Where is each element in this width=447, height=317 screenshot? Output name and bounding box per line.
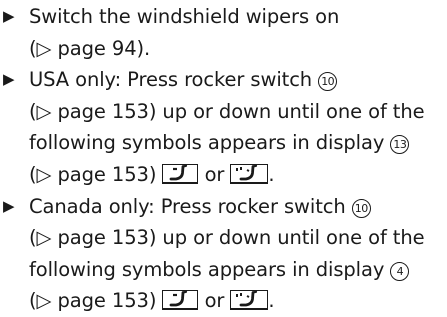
callout-rocker-switch: 10 [318,72,338,92]
bullet-arrow: ▶ [3,7,15,25]
step-text-line: (▷ page 153) up or down until one of the [29,222,447,254]
step-text-line: (▷ page 153) or . [29,159,447,191]
instruction-list: ▶ Switch the windshield wipers on (▷ pag… [0,1,447,317]
rear-wiper-single-icon [162,163,199,184]
end-period: . [268,162,275,186]
step-text-line: Canada only: Press rocker switch 10 [29,191,447,223]
or-text: or [204,162,225,186]
step-switch-wipers-on: ▶ Switch the windshield wipers on (▷ pag… [0,1,447,64]
callout-display: 13 [390,135,410,155]
step-text: (▷ page 153) up or down until one of the [29,99,425,123]
step-usa-rocker-switch: ▶ USA only: Press rocker switch 10 (▷ pa… [0,64,447,190]
end-period: . [268,289,275,313]
rear-wiper-interval-icon [230,163,269,184]
step-text-line: (▷ page 153) or . [29,285,447,317]
or-text: or [204,289,225,313]
step-text-line: following symbols appears in display 13 [29,127,447,159]
step-text-line: following symbols appears in display 4 [29,254,447,286]
bullet-arrow: ▶ [3,196,15,215]
step-text-line: (▷ page 153) up or down until one of the [29,96,447,128]
step-text: Switch the windshield wipers on [29,5,340,28]
callout-rocker-switch: 10 [351,198,371,218]
step-canada-rocker-switch: ▶ Canada only: Press rocker switch 10 (▷… [0,191,447,317]
step-text-line: Switch the windshield wipers on [29,1,447,33]
step-text: following symbols appears in display [29,257,385,281]
step-text: USA only: Press rocker switch [29,68,313,92]
step-text-line: USA only: Press rocker switch 10 [29,64,447,96]
rear-wiper-single-icon [162,290,199,311]
step-text: following symbols appears in display [29,131,385,155]
rear-wiper-interval-icon [230,290,269,311]
page-reference: (▷ page 153) [29,162,157,186]
page-reference: (▷ page 153) [29,289,157,313]
step-text-line: (▷ page 94). [29,33,447,65]
callout-display: 4 [390,261,410,281]
bullet-arrow: ▶ [3,70,15,89]
step-text: (▷ page 153) up or down until one of the [29,226,425,250]
page-reference: (▷ page 94). [29,36,151,60]
step-text: Canada only: Press rocker switch [29,194,346,218]
